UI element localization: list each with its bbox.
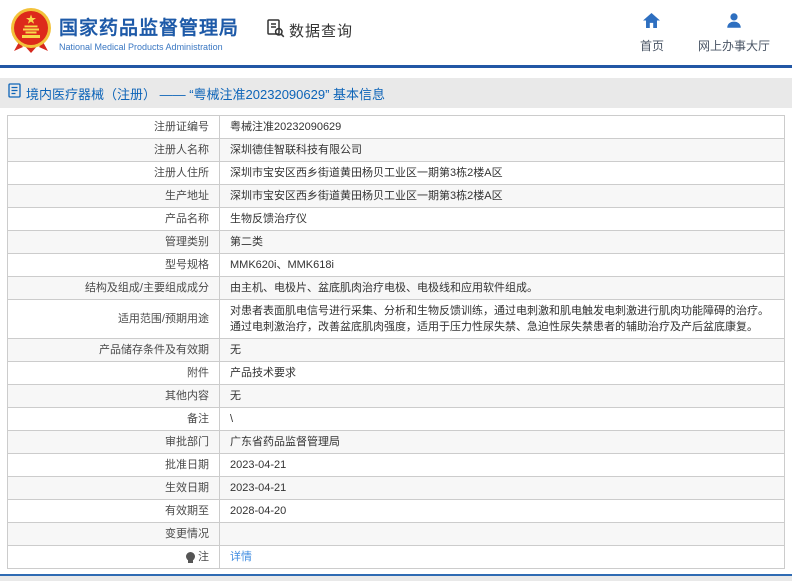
table-row: 审批部门 广东省药品监督管理局 [7,430,785,454]
nmpa-emblem-icon [10,7,52,58]
table-row: 注册人住所 深圳市宝安区西乡街道黄田杨贝工业区一期第3栋2楼A区 [7,161,785,185]
row-value: 2028-04-20 [219,499,785,523]
data-query-tab[interactable]: 数据查询 [265,18,353,43]
row-label: 适用范围/预期用途 [7,299,220,339]
table-row: 注册证编号 粤械注准20232090629 [7,115,785,139]
table-row: 有效期至 2028-04-20 [7,499,785,523]
table-row: 产品储存条件及有效期无 [7,338,785,362]
nav-service-hall[interactable]: 网上办事大厅 [698,12,770,54]
table-row: 产品名称 生物反馈治疗仪 [7,207,785,231]
table-row: 变更情况 [7,522,785,546]
row-label: 注册人住所 [7,161,220,185]
table-row: 生产地址 深圳市宝安区西乡街道黄田杨贝工业区一期第3栋2楼A区 [7,184,785,208]
table-row: 结构及组成/主要组成成分 由主机、电极片、盆底肌肉治疗电极、电极线和应用软件组成。 [7,276,785,300]
row-label: 注 [7,545,220,569]
row-label: 备注 [7,407,220,431]
header-divider [0,65,792,68]
row-value: 深圳德佳智联科技有限公司 [219,138,785,162]
row-value [219,522,785,546]
document-icon [8,83,21,103]
row-label: 产品名称 [7,207,220,231]
row-value: 生物反馈治疗仪 [219,207,785,231]
row-label: 变更情况 [7,522,220,546]
table-row: 其他内容无 [7,384,785,408]
footer-strip [0,576,792,581]
row-value: 2023-04-21 [219,476,785,500]
table-row: 注详情 [7,545,785,569]
row-value: 无 [219,384,785,408]
breadcrumb: 境内医疗器械（注册） —— “粤械注准20232090629” 基本信息 [0,78,792,108]
row-label: 管理类别 [7,230,220,254]
row-value: \ [219,407,785,431]
row-value: 由主机、电极片、盆底肌肉治疗电极、电极线和应用软件组成。 [219,276,785,300]
row-value: MMK620i、MMK618i [219,253,785,277]
row-label: 附件 [7,361,220,385]
row-label: 产品储存条件及有效期 [7,338,220,362]
row-value: 粤械注准20232090629 [219,115,785,139]
home-icon [642,12,661,34]
row-value: 详情 [219,545,785,569]
detail-link[interactable]: 详情 [230,551,252,563]
info-table: 注册证编号 粤械注准20232090629 注册人名称 深圳德佳智联科技有限公司 注册人… [7,115,785,569]
table-row: 生效日期 2023-04-21 [7,476,785,500]
person-icon [725,12,743,34]
org-names: 国家药品监督管理局 National Medical Products Admi… [59,13,239,52]
row-value: 深圳市宝安区西乡街道黄田杨贝工业区一期第3栋2楼A区 [219,161,785,185]
table-row: 附件 产品技术要求 [7,361,785,385]
row-label: 生产地址 [7,184,220,208]
row-value: 对患者表面肌电信号进行采集、分析和生物反馈训练，通过电刺激和肌电触发电刺激进行肌… [219,299,785,339]
row-label: 结构及组成/主要组成成分 [7,276,220,300]
org-name-en: National Medical Products Administration [59,42,223,52]
header-nav: 首页 网上办事大厅 [640,12,770,54]
row-value: 产品技术要求 [219,361,785,385]
page-title: 境内医疗器械（注册） —— “粤械注准20232090629” 基本信息 [26,86,386,102]
row-label: 有效期至 [7,499,220,523]
row-label: 其他内容 [7,384,220,408]
bulb-icon [186,552,195,563]
row-label: 生效日期 [7,476,220,500]
table-row: 型号规格 MMK620i、MMK618i [7,253,785,277]
data-query-icon [265,18,285,43]
org-name-cn: 国家药品监督管理局 [59,18,240,39]
row-label: 批准日期 [7,453,220,477]
data-query-label: 数据查询 [289,23,354,40]
nav-home[interactable]: 首页 [640,12,664,54]
site-header: 国家药品监督管理局 National Medical Products Admi… [0,0,792,65]
row-label: 型号规格 [7,253,220,277]
row-label: 注册证编号 [7,115,220,139]
row-value: 无 [219,338,785,362]
table-row: 适用范围/预期用途 对患者表面肌电信号进行采集、分析和生物反馈训练，通过电刺激和肌… [7,299,785,339]
table-row: 管理类别 第二类 [7,230,785,254]
nav-home-label: 首页 [639,38,664,53]
table-row: 批准日期 2023-04-21 [7,453,785,477]
table-row: 备注 \ [7,407,785,431]
nav-service-hall-label: 网上办事大厅 [697,38,770,53]
row-label: 审批部门 [7,430,220,454]
row-value: 深圳市宝安区西乡街道黄田杨贝工业区一期第3栋2楼A区 [219,184,785,208]
row-value: 2023-04-21 [219,453,785,477]
row-value: 第二类 [219,230,785,254]
row-label: 注册人名称 [7,138,220,162]
row-value: 广东省药品监督管理局 [219,430,785,454]
table-row: 注册人名称 深圳德佳智联科技有限公司 [7,138,785,162]
